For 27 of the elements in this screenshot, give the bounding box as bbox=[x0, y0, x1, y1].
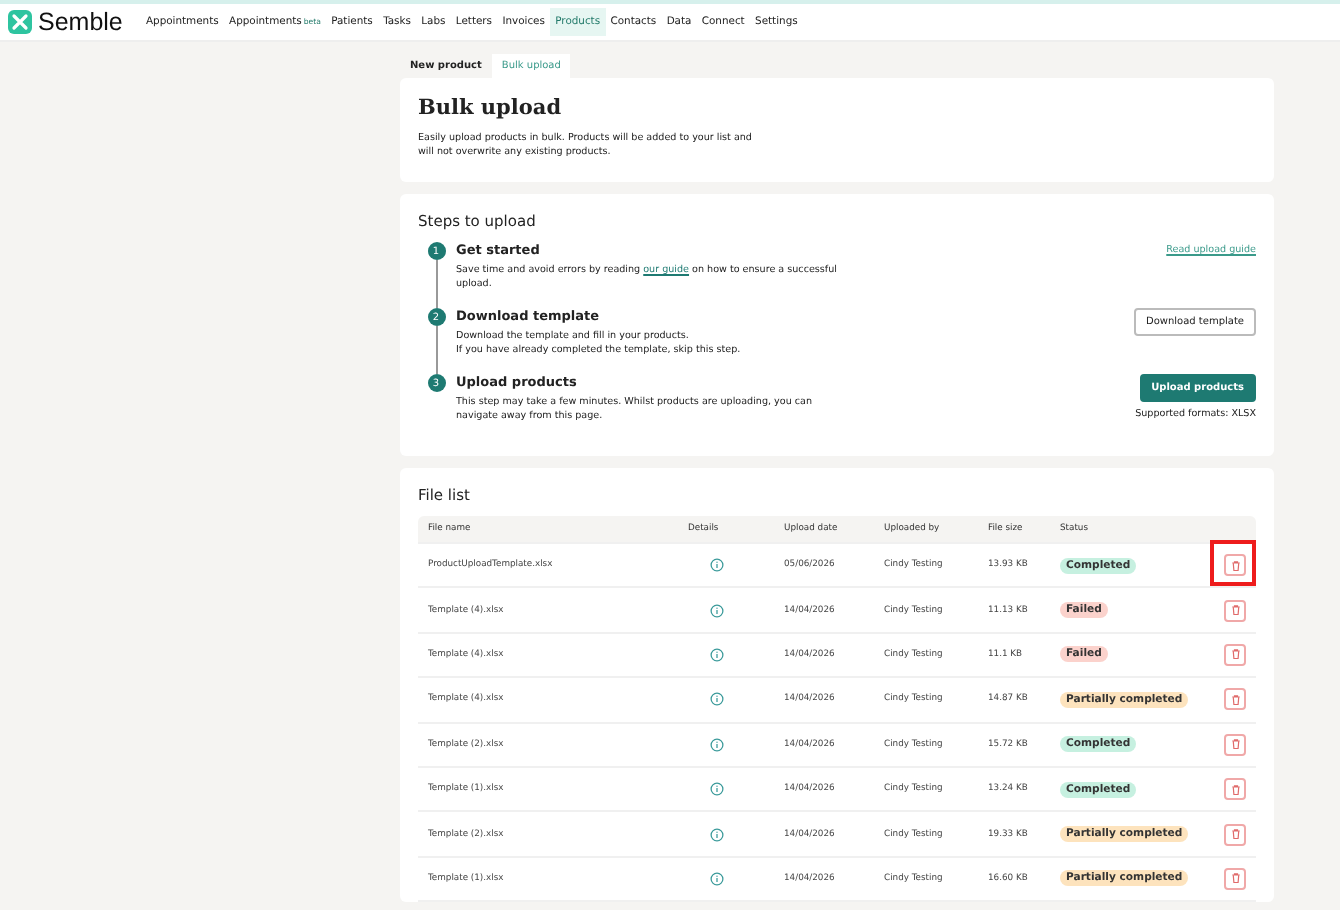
trash-icon bbox=[1229, 648, 1241, 661]
info-icon[interactable] bbox=[710, 871, 724, 886]
logo-text: Semble bbox=[38, 8, 123, 36]
delete-button[interactable] bbox=[1224, 643, 1246, 666]
delete-button[interactable] bbox=[1224, 599, 1246, 622]
delete-button[interactable] bbox=[1224, 867, 1246, 890]
trash-icon bbox=[1229, 559, 1241, 572]
info-icon[interactable] bbox=[710, 603, 724, 618]
delete-button[interactable] bbox=[1224, 733, 1246, 756]
delete-button[interactable] bbox=[1224, 823, 1246, 846]
info-icon[interactable] bbox=[710, 782, 724, 797]
page-title: Bulk upload bbox=[418, 96, 564, 120]
info-icon[interactable] bbox=[710, 692, 724, 707]
trash-icon bbox=[1229, 872, 1241, 885]
trash-icon bbox=[1229, 783, 1241, 796]
info-icon[interactable] bbox=[710, 558, 724, 573]
trash-icon bbox=[1229, 693, 1241, 706]
info-icon[interactable] bbox=[710, 647, 724, 662]
info-icon[interactable] bbox=[710, 737, 724, 752]
trash-icon bbox=[1229, 738, 1241, 751]
delete-button[interactable] bbox=[1224, 554, 1246, 577]
info-icon[interactable] bbox=[710, 827, 724, 842]
delete-button[interactable] bbox=[1224, 688, 1246, 711]
delete-button[interactable] bbox=[1224, 778, 1246, 801]
trash-icon bbox=[1229, 828, 1241, 841]
logo-icon bbox=[8, 10, 32, 34]
trash-icon bbox=[1229, 604, 1241, 617]
